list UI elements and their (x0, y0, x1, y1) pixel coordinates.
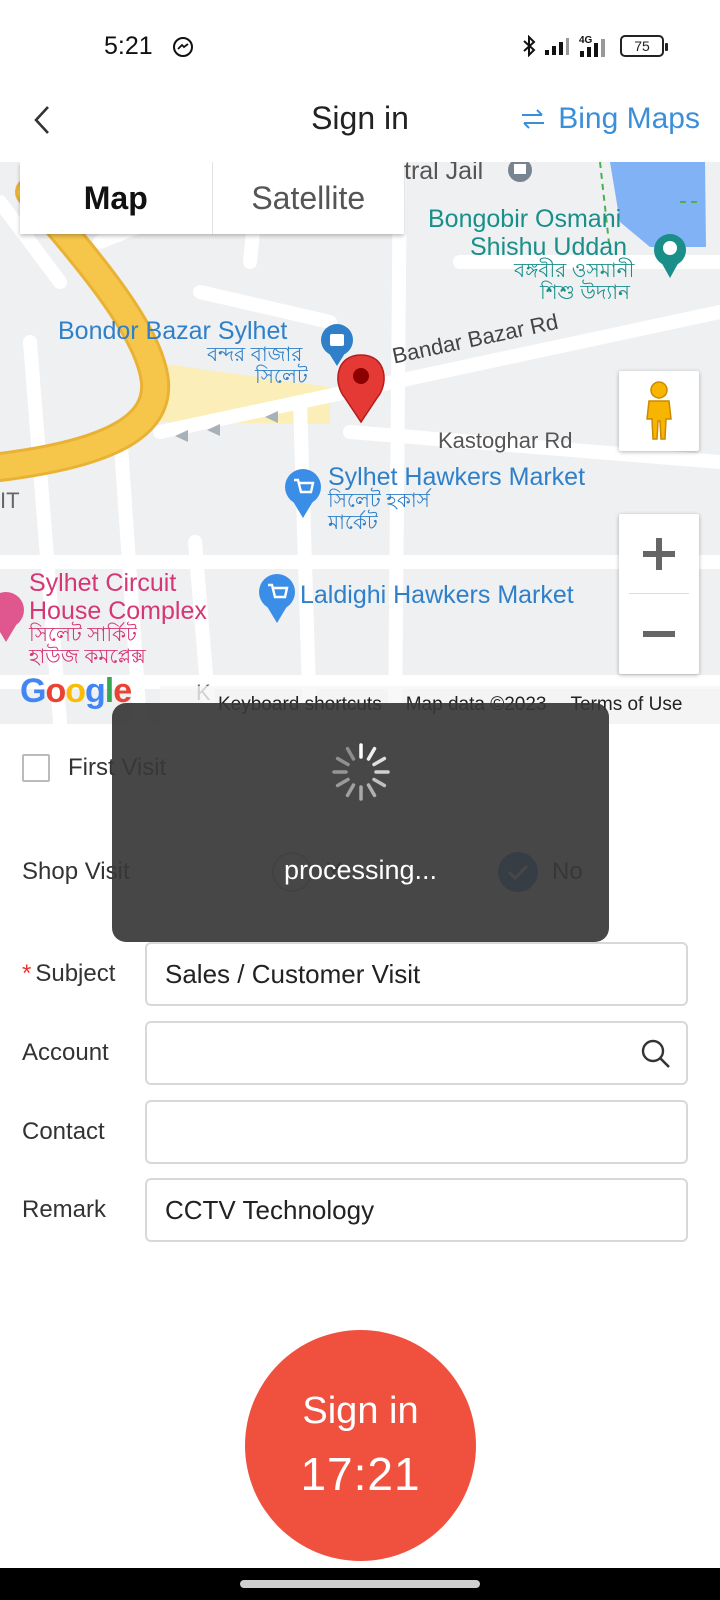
sign-in-time: 17:21 (300, 1448, 421, 1500)
zoom-divider (629, 593, 689, 594)
map-label-circuit: Sylhet Circuit (29, 569, 177, 597)
status-time: 5:21 (104, 32, 153, 60)
map-type-tabs: Map Satellite (20, 162, 404, 234)
tab-map[interactable]: Map (20, 162, 213, 234)
required-marker: * (22, 960, 32, 987)
map-label-circuit-bn-2: হাউজ কমপ্লেক্স (29, 646, 146, 668)
zoom-in-button[interactable] (619, 514, 699, 594)
messenger-icon (173, 37, 193, 57)
zoom-out-button[interactable] (619, 594, 699, 674)
map-label-park: Bongobir Osmani (428, 205, 622, 233)
loading-spinner-icon (332, 743, 390, 801)
map-label-hawkers-bn-2: মার্কেট (328, 512, 378, 534)
header: Sign in Bing Maps (0, 80, 720, 162)
svg-text:4G: 4G (579, 35, 593, 46)
account-row: Account (22, 1021, 702, 1085)
sign-in-button[interactable]: Sign in 17:21 (245, 1330, 476, 1561)
map-label-bazar-bn-2: সিলেট (255, 366, 308, 388)
system-nav-bar (0, 1568, 720, 1600)
first-visit-checkbox[interactable] (22, 754, 50, 782)
bluetooth-icon (523, 35, 536, 57)
home-indicator[interactable] (240, 1580, 480, 1588)
map-label-hawkers-bn: সিলেট হকার্স (328, 490, 430, 512)
pegman-icon (646, 381, 672, 440)
subject-field[interactable]: Sales / Customer Visit (145, 942, 688, 1006)
sign-in-button-label: Sign in (302, 1390, 419, 1432)
processing-text: processing... (283, 855, 438, 885)
map-label-hawkers: Sylhet Hawkers Market (328, 463, 586, 491)
bing-maps-label: Bing Maps (558, 102, 700, 135)
map-label-laldighi: Laldighi Hawkers Market (300, 581, 574, 609)
map-label-road-kastoghar: Kastoghar Rd (438, 428, 573, 453)
account-label: Account (22, 1039, 109, 1066)
status-bar: 5:21 4G 75 (0, 0, 720, 80)
map-view[interactable]: tral Jail Bongobir Osmani Shishu Uddan ব… (0, 162, 720, 724)
status-icons: 4G 75 (522, 34, 668, 58)
signal-4g-icon: 4G (579, 35, 605, 57)
signal-icon (545, 38, 569, 55)
map-label-circuit-2: House Complex (29, 597, 207, 625)
google-logo: Google (20, 672, 132, 710)
zoom-controls (619, 514, 699, 674)
map-label-bazar-bn: বন্দর বাজার (207, 344, 303, 366)
switch-map-provider-button[interactable]: Bing Maps (520, 102, 700, 136)
map-label-park-bn-2: শিশু উদ্যান (540, 282, 630, 304)
contact-label: Contact (22, 1118, 105, 1145)
plus-icon (643, 538, 675, 570)
map-label-park-bn: বঙ্গবীর ওসমানী (514, 260, 635, 282)
map-label-circuit-bn: সিলেট সার্কিট (29, 624, 137, 646)
remark-row: Remark CCTV Technology (22, 1178, 702, 1242)
battery-icon: 75 (620, 35, 668, 57)
subject-row: * Subject Sales / Customer Visit (22, 942, 702, 1006)
map-label-park-2: Shishu Uddan (470, 233, 628, 261)
swap-arrows-icon (522, 109, 545, 129)
remark-field[interactable]: CCTV Technology (145, 1178, 688, 1242)
processing-overlay: processing... (112, 703, 609, 942)
tab-satellite[interactable]: Satellite (213, 162, 405, 234)
minus-icon (643, 631, 675, 637)
contact-row: Contact (22, 1100, 702, 1164)
subject-label: * Subject (22, 960, 116, 987)
map-label-bazar: Bondor Bazar Sylhet (58, 317, 288, 345)
account-field[interactable] (145, 1021, 688, 1085)
street-view-button[interactable] (619, 371, 699, 451)
remark-label: Remark (22, 1196, 107, 1223)
map-label-edge: IT (0, 488, 20, 513)
search-icon[interactable] (640, 1038, 672, 1070)
map-label-jail: tral Jail (404, 162, 484, 185)
contact-field[interactable] (145, 1100, 688, 1164)
